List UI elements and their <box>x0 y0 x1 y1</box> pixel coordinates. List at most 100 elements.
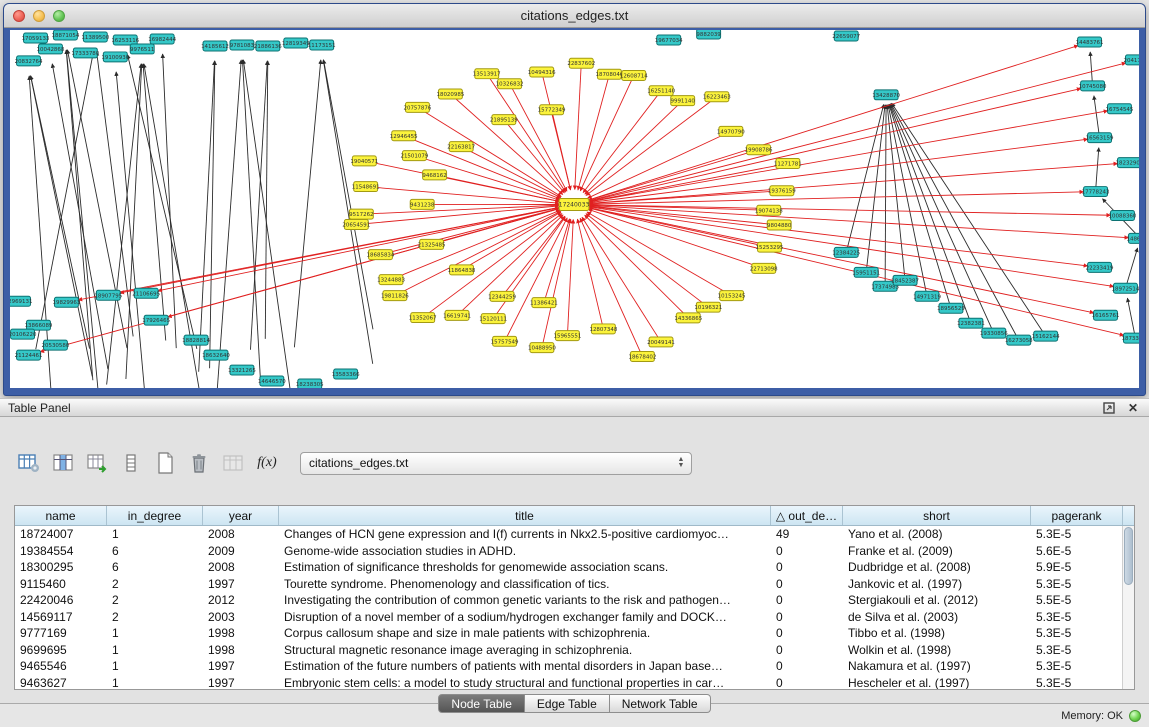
graph-node[interactable]: 13428870 <box>872 90 900 100</box>
column-header-title[interactable]: title <box>279 506 771 525</box>
graph-node[interactable]: 12807348 <box>589 324 617 334</box>
graph-node[interactable]: 19811826 <box>381 291 409 301</box>
table-row[interactable]: 946554611997Estimation of the future num… <box>15 658 1134 675</box>
graph-node[interactable]: 15772349 <box>538 105 566 115</box>
graph-node[interactable]: 16563159 <box>1086 133 1114 143</box>
graph-node[interactable]: 19829963 <box>52 297 80 307</box>
graph-node[interactable]: 16619741 <box>443 310 471 320</box>
column-header-in_degree[interactable]: in_degree <box>107 506 203 525</box>
graph-node[interactable]: 9804880 <box>767 220 792 230</box>
graph-node[interactable]: 12608714 <box>620 71 648 81</box>
graph-node[interactable]: 9517262 <box>349 209 373 219</box>
graph-node[interactable]: 11864838 <box>448 265 476 275</box>
graph-node[interactable]: 21895139 <box>490 115 518 125</box>
show-columns-button[interactable] <box>48 448 78 478</box>
graph-node[interactable]: 10196321 <box>694 302 722 312</box>
graph-node[interactable]: 19330856 <box>980 328 1008 338</box>
graph-node[interactable]: 18678402 <box>628 351 656 361</box>
graph-node[interactable]: 20832764 <box>15 56 43 66</box>
table-vertical-scrollbar[interactable] <box>1122 526 1134 689</box>
graph-node[interactable]: 20757876 <box>404 102 432 112</box>
graph-node[interactable]: 11271781 <box>774 159 802 169</box>
graph-node[interactable]: 18020985 <box>436 89 464 99</box>
zoom-window-button[interactable] <box>53 10 65 22</box>
minimize-window-button[interactable] <box>33 10 45 22</box>
column-header-short[interactable]: short <box>843 506 1031 525</box>
graph-node[interactable]: 10745080 <box>1079 81 1107 91</box>
new-column-button[interactable] <box>150 448 180 478</box>
graph-node[interactable]: 16253116 <box>111 35 139 45</box>
graph-node[interactable]: 10042868 <box>37 44 65 54</box>
graph-node[interactable]: 10153245 <box>718 291 746 301</box>
table-mode-button[interactable] <box>14 448 44 478</box>
float-panel-icon[interactable] <box>1101 401 1117 415</box>
column-header-out_degree[interactable]: △ out_de… <box>771 506 843 525</box>
graph-node[interactable]: 19074138 <box>755 205 783 215</box>
graph-node[interactable]: 13321265 <box>228 365 256 375</box>
graph-node[interactable]: 18972514 <box>1112 283 1139 293</box>
table-row[interactable]: 1456911722003Disruption of a novel membe… <box>15 609 1134 626</box>
graph-node[interactable]: 14185612 <box>201 41 229 51</box>
column-header-year[interactable]: year <box>203 506 279 525</box>
graph-node[interactable]: 18828814 <box>182 335 210 345</box>
graph-node[interactable]: 18956529 <box>937 303 965 313</box>
graph-node[interactable]: 9882039 <box>696 30 721 39</box>
graph-node[interactable]: 16251140 <box>647 86 675 96</box>
graph-node[interactable]: 15951151 <box>852 267 880 277</box>
graph-node[interactable]: 17333780 <box>71 48 99 58</box>
graph-node[interactable]: 9976511 <box>130 44 154 54</box>
graph-node[interactable]: 9991140 <box>670 96 695 106</box>
graph-node[interactable]: 11352067 <box>409 313 437 323</box>
graph-node[interactable]: 11173151 <box>308 40 336 50</box>
column-header-name[interactable]: name <box>15 506 107 525</box>
graph-node[interactable]: 18238305 <box>296 379 324 388</box>
graph-node[interactable]: 16982444 <box>148 34 176 44</box>
close-window-button[interactable] <box>13 10 25 22</box>
graph-node[interactable]: 14646570 <box>258 376 286 386</box>
graph-node[interactable]: 12969131 <box>10 296 32 306</box>
network-svg[interactable]: 1907413898048801525329522713098101532451… <box>10 30 1139 388</box>
graph-node[interactable]: 16165761 <box>1092 310 1120 320</box>
graph-node[interactable]: 22233419 <box>1086 262 1114 272</box>
graph-node[interactable]: 20530580 <box>42 340 70 350</box>
scrollbar-thumb[interactable] <box>1124 527 1133 585</box>
graph-node[interactable]: 12344259 <box>488 291 516 301</box>
graph-node[interactable]: 11389500 <box>81 32 109 42</box>
graph-node[interactable]: 21106695 <box>132 288 160 298</box>
graph-node[interactable]: 21501079 <box>400 151 428 161</box>
graph-node[interactable]: 17926465 <box>142 315 170 325</box>
graph-node[interactable]: 14971319 <box>913 291 941 301</box>
graph-node[interactable]: 16273058 <box>1005 335 1033 345</box>
graph-node[interactable]: 14336865 <box>674 313 702 323</box>
graph-node[interactable]: 13244883 <box>377 275 405 285</box>
graph-node[interactable]: 19100930 <box>101 52 129 62</box>
table-row[interactable]: 946362711997Embryonic stem cells: a mode… <box>15 675 1134 691</box>
graph-node[interactable]: 12382381 <box>957 318 985 328</box>
graph-node[interactable]: 20106220 <box>10 329 37 339</box>
graph-node[interactable]: 13513917 <box>473 69 501 79</box>
graph-node[interactable]: 11386421 <box>530 298 558 308</box>
graph-node[interactable]: 10326832 <box>496 79 524 89</box>
graph-node[interactable]: 19376159 <box>768 186 796 196</box>
table-row[interactable]: 1872400712008Changes of HCN gene express… <box>15 526 1134 543</box>
graph-node[interactable]: 12384225 <box>832 247 860 257</box>
delete-column-button[interactable] <box>184 448 214 478</box>
graph-node[interactable]: 18907795 <box>94 290 122 300</box>
graph-node[interactable]: 10488950 <box>528 343 556 353</box>
graph-node[interactable]: 10088360 <box>1109 210 1137 220</box>
graph-node[interactable]: 14863480 <box>1126 233 1139 243</box>
graph-node[interactable]: 18685834 <box>367 250 395 260</box>
graph-node[interactable]: 14970790 <box>717 126 745 136</box>
graph-node[interactable]: 18232903 <box>1116 158 1139 168</box>
column-header-pagerank[interactable]: pagerank <box>1031 506 1123 525</box>
graph-node[interactable]: 16223463 <box>703 92 731 102</box>
graph-node[interactable]: 9468162 <box>422 170 446 180</box>
graph-node[interactable]: 18733579 <box>1122 333 1139 343</box>
graph-node[interactable]: 12946455 <box>390 131 418 141</box>
rows-button[interactable] <box>116 448 146 478</box>
graph-node[interactable]: 19908786 <box>745 145 773 155</box>
graph-node[interactable]: 18871054 <box>52 30 80 40</box>
graph-node[interactable]: 17778243 <box>1082 187 1110 197</box>
graph-node[interactable]: 14483761 <box>1076 37 1104 47</box>
graph-node[interactable]: 16754545 <box>1106 104 1134 114</box>
